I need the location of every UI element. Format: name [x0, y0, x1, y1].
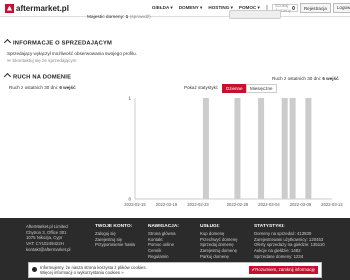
x-tick-label: 2022-02-23	[187, 202, 209, 207]
search-icon[interactable]	[291, 6, 295, 10]
cookie-icon	[32, 267, 37, 272]
footer-company-vat: VAT: CY10249422H	[26, 241, 64, 247]
monthly-stats-button[interactable]: Miesięczne	[246, 84, 277, 93]
y-tick-label: 1	[128, 96, 131, 101]
chart-bar[interactable]	[234, 98, 241, 199]
cookie-banner: Informujemy, że nasza strona korzysta z …	[28, 262, 322, 278]
footer-nav-head: NAWIGACJA:	[148, 224, 179, 229]
traffic-right-label: Ruch z ostatnich 30 dni:	[272, 76, 322, 81]
register-button[interactable]: Rejestracja	[299, 3, 331, 13]
traffic-left-label: Ruch z ostatnich 30 dni:	[9, 85, 59, 90]
contact-seller-text: Skontaktuj się ze sprzedającym	[12, 58, 77, 63]
majestic-row: Majestic domeny: 1 (sprawdź)	[87, 15, 151, 20]
footer-link[interactable]: Parkuj domenę	[200, 254, 238, 260]
x-tick-label: 2022-02-19	[156, 202, 178, 207]
x-tick-label: 2022-03-12	[321, 202, 343, 207]
footer-link[interactable]: Przypomnienie hasła	[95, 242, 135, 248]
chevron-up-icon[interactable]	[3, 38, 12, 47]
majestic-label: Majestic domeny:	[87, 15, 125, 20]
logo[interactable]: aftermarket.pl	[5, 3, 69, 13]
footer-services-col: USŁUGI: Kup domenę Przechwyć domenę Sprz…	[200, 224, 238, 260]
cookie-accept-button[interactable]: ✔ Rozumiem, zamknij informację	[248, 265, 318, 274]
majestic-check-link[interactable]: (sprawdź)	[130, 15, 151, 20]
seller-info-text: Sprzedający wyłączył możliwość obserwowa…	[7, 51, 137, 56]
footer-company: AfterMarket.pl Limited Chytron 3, Office…	[26, 224, 70, 253]
footer-stats-head: STATYSTYKI:	[254, 224, 285, 229]
chevron-up-icon[interactable]	[3, 72, 12, 81]
x-tick-label: 2022-02-28	[227, 202, 249, 207]
traffic-right-value: 6 wejść	[322, 76, 339, 81]
x-tick-label: 2022-03-04	[258, 202, 280, 207]
footer-stats-col: STATYSTYKI: Domeny na sprzedaż: 413839 Z…	[254, 224, 325, 260]
stats-label: Pokaż statystyki:	[184, 85, 219, 90]
menu-item-domeny[interactable]: DOMENY ▾	[179, 5, 203, 11]
traffic-chart: 0 1 2022-02-15 2022-02-19 2022-02-23 2022-02…	[124, 96, 343, 208]
traffic-title-text: RUCH NA DOMENIE	[13, 74, 72, 81]
seller-section-title[interactable]: INFORMACJE O SPRZEDAJĄCYM	[3, 38, 113, 47]
x-tick-label: 2022-02-15	[124, 202, 146, 207]
footer-stat: Sprzedane domeny: 1234	[254, 253, 304, 259]
chart-bar[interactable]	[305, 98, 312, 199]
logo-text: aftermarket.pl	[16, 3, 69, 13]
footer-company-email[interactable]: kontakt@aftermarket.pl	[26, 247, 70, 253]
traffic-left-summary: Ruch z ostatnich 30 dni: 6 wejść	[9, 85, 76, 90]
footer-account-head: TWOJE KONTO:	[95, 224, 133, 229]
chart-bar[interactable]	[258, 98, 265, 199]
partial-button[interactable]	[229, 10, 281, 19]
contact-seller-link[interactable]: ✉ Skontaktuj się ze sprzedającym	[7, 58, 76, 64]
chart-bar[interactable]	[281, 98, 288, 199]
seller-title-text: INFORMACJE O SPRZEDAJĄCYM	[13, 40, 113, 47]
footer-services-head: USŁUGI:	[200, 224, 220, 229]
footer-nav-col: NAWIGACJA: Strona główna Kontakt Pomoc o…	[148, 224, 179, 260]
footer-account-col: TWOJE KONTO: Zaloguj się Zarejestruj się…	[95, 224, 135, 248]
login-button[interactable]: Logowanie ▾	[332, 3, 350, 13]
logo-icon	[5, 3, 14, 13]
traffic-right-summary: Ruch z ostatnich 30 dni: 6 wejść	[272, 76, 339, 81]
footer-link[interactable]: Zarejestruj domenę	[200, 248, 238, 254]
footer-link[interactable]: Regulamin	[148, 254, 179, 260]
menu-item-gielda[interactable]: GIEŁDA ▾	[152, 5, 173, 11]
x-tick-label: 2022-03-08	[290, 202, 312, 207]
traffic-left-value: 6 wejść	[59, 85, 76, 90]
traffic-section-title[interactable]: RUCH NA DOMENIE	[3, 72, 72, 81]
cookie-text: Informujemy, że nasza strona korzysta z …	[40, 265, 147, 275]
cookie-accept-label: Rozumiem, zamknij informację	[255, 267, 315, 272]
y-tick-label: 0	[128, 197, 131, 202]
daily-stats-button[interactable]: Dzienne	[222, 84, 247, 93]
footer-link[interactable]: Strona główna	[148, 231, 179, 237]
cookie-more-link[interactable]: Więcej informacji o wykorzystaniu cookie…	[40, 270, 147, 275]
majestic-value: 1	[125, 15, 129, 20]
top-navbar: aftermarket.pl GIEŁDA ▾ DOMENY ▾ HOSTING…	[0, 0, 350, 17]
chart-bar[interactable]	[289, 98, 296, 199]
footer-company-name: AfterMarket.pl Limited	[26, 224, 68, 229]
chart-bar[interactable]	[202, 98, 209, 199]
